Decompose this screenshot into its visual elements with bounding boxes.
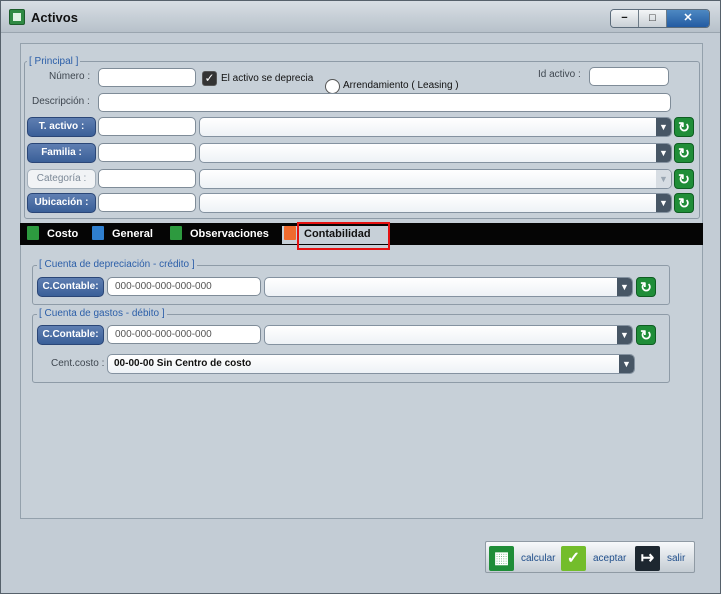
activos-window: Activos − □ ✕ [ Principal ] Número : ✓ E… [0,0,721,594]
se-deprecia-label: El activo se deprecia [221,73,314,84]
refresh-icon: ↻ [678,145,690,161]
descripcion-label: Descripción : [32,96,90,107]
categoria-button[interactable]: Categoría : [27,169,96,189]
refresh-icon: ↻ [678,119,690,135]
maximize-button[interactable]: □ [639,10,667,27]
ubicacion-select[interactable]: ▼ [199,193,672,213]
aceptar-button[interactable]: ✓ aceptar [561,545,626,571]
cuenta-debito-refresh-button[interactable]: ↻ [636,325,656,345]
debito-legend: [ Cuenta de gastos - débito ] [37,308,167,319]
chevron-down-icon: ▼ [617,326,632,344]
principal-legend: [ Principal ] [27,56,81,67]
se-deprecia-checkbox[interactable]: ✓ [202,71,217,86]
salir-button[interactable]: ↦ salir [635,545,685,571]
cuenta-credito-refresh-button[interactable]: ↻ [636,277,656,297]
cuenta-debito-select[interactable]: ▼ [264,325,633,345]
minimize-button[interactable]: − [611,10,639,27]
categoria-code-input[interactable] [98,169,196,188]
chevron-down-icon: ▼ [656,144,671,162]
numero-label: Número : [49,71,91,82]
tab-costo-label: Costo [47,228,79,240]
tab-observaciones[interactable]: Observaciones [170,226,269,244]
title-bar: Activos − □ ✕ [1,1,720,33]
action-bar: ▦ calcular ✓ aceptar ↦ salir [485,541,695,573]
cuenta-credito-select[interactable]: ▼ [264,277,633,297]
cent-costo-select[interactable]: 00-00-00 Sin Centro de costo ▼ [107,354,635,374]
cuenta-debito-input[interactable] [107,325,261,344]
calcular-button[interactable]: ▦ calcular [489,545,555,571]
tab-general[interactable]: General [92,226,153,244]
familia-code-input[interactable] [98,143,196,162]
tab-general-label: General [112,228,153,240]
refresh-icon: ↻ [678,195,690,211]
id-activo-input[interactable] [589,67,669,86]
categoria-select[interactable]: ▼ [199,169,672,189]
t-activo-select[interactable]: ▼ [199,117,672,137]
arrendamiento-checkbox[interactable] [325,79,340,94]
t-activo-refresh-button[interactable]: ↻ [674,117,694,137]
chevron-down-icon: ▼ [617,278,632,296]
refresh-icon: ↻ [678,171,690,187]
cent-costo-label: Cent.costo : [51,358,105,369]
ubicacion-refresh-button[interactable]: ↻ [674,193,694,213]
window-controls: − □ ✕ [610,9,710,28]
descripcion-input[interactable] [98,93,671,112]
chevron-down-icon: ▼ [656,118,671,136]
house-icon [284,226,296,240]
window-title: Activos [31,10,78,25]
c-contable-debito-button[interactable]: C.Contable: [37,325,104,345]
chevron-down-icon: ▼ [656,194,671,212]
familia-refresh-button[interactable]: ↻ [674,143,694,163]
aceptar-label: aceptar [593,552,627,564]
selected-tab-highlight [297,222,390,250]
t-activo-code-input[interactable] [98,117,196,136]
calculator-icon: ▦ [489,545,514,571]
calcular-label: calcular [521,552,556,564]
chevron-down-icon: ▼ [656,170,671,188]
calculator-icon [27,226,39,240]
salir-label: salir [667,552,686,564]
checkmark-icon: ✓ [561,545,586,571]
tab-costo[interactable]: Costo [27,226,78,244]
clipboard-icon [92,226,104,240]
t-activo-button[interactable]: T. activo : [27,117,96,137]
refresh-icon: ↻ [640,327,652,343]
categoria-refresh-button[interactable]: ↻ [674,169,694,189]
id-activo-label: Id activo : [538,69,581,80]
ubicacion-button[interactable]: Ubicación : [27,193,96,213]
app-icon [9,9,25,25]
arrendamiento-label: Arrendamiento ( Leasing ) [343,80,459,91]
cent-costo-value: 00-00-00 Sin Centro de costo [114,358,252,369]
cuenta-credito-input[interactable] [107,277,261,296]
close-button[interactable]: ✕ [667,10,709,27]
familia-button[interactable]: Familia : [27,143,96,163]
checklist-icon [170,226,182,240]
tab-observaciones-label: Observaciones [190,228,269,240]
chevron-down-icon: ▼ [619,355,634,373]
numero-input[interactable] [98,68,196,87]
exit-icon: ↦ [635,545,660,571]
ubicacion-code-input[interactable] [98,193,196,212]
credito-legend: [ Cuenta de depreciación - crédito ] [37,259,197,270]
c-contable-credito-button[interactable]: C.Contable: [37,277,104,297]
refresh-icon: ↻ [640,279,652,295]
familia-select[interactable]: ▼ [199,143,672,163]
